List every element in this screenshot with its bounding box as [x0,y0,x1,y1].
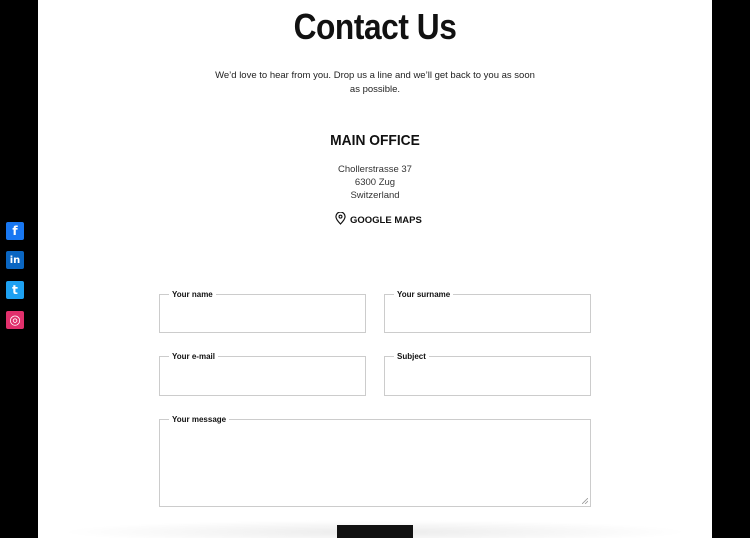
instagram-icon[interactable]: ◎ [6,311,24,329]
name-label: Your name [169,290,216,299]
surname-label: Your surname [394,290,454,299]
email-label: Your e-mail [169,352,218,361]
facebook-icon[interactable]: f [6,222,24,240]
google-maps-link[interactable]: GOOGLE MAPS [335,211,422,228]
map-pin-icon [335,211,346,228]
address-street: Chollerstrasse 37 [338,164,412,175]
subject-label: Subject [394,352,429,361]
resize-handle-icon[interactable] [582,498,588,504]
surname-input[interactable] [389,299,586,328]
page-title: Contact Us [293,6,457,47]
google-maps-label: GOOGLE MAPS [350,214,422,226]
address-city: 6300 Zug [354,177,396,188]
message-label: Your message [169,415,230,424]
subject-field: Subject [384,352,591,396]
email-field: Your e-mail [159,352,366,396]
submit-button[interactable] [337,525,413,538]
office-address: Chollerstrasse 37 6300 Zug Switzerland [38,163,712,202]
surname-field: Your surname [384,290,591,333]
name-input[interactable] [164,299,361,328]
linkedin-icon[interactable]: in [6,251,24,269]
twitter-icon[interactable]: t [6,281,24,299]
page-content: Contact Us We’d love to hear from you. D… [38,0,712,538]
office-title: MAIN OFFICE [330,132,420,149]
address-country: Switzerland [350,190,400,201]
name-field: Your name [159,290,366,333]
email-input[interactable] [164,361,361,391]
subject-input[interactable] [389,361,586,391]
message-field: Your message [159,415,591,507]
message-textarea[interactable] [164,424,586,502]
intro-text: We’d love to hear from you. Drop us a li… [215,70,535,95]
